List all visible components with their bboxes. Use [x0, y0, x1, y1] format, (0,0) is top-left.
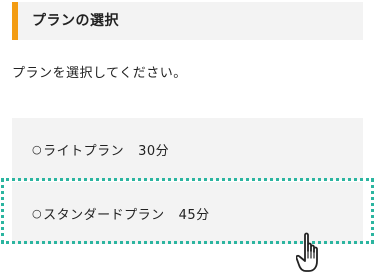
plan-duration: 30分 — [138, 143, 170, 159]
plan-name: スタンダードプラン — [43, 207, 165, 223]
plan-name: ライトプラン — [43, 143, 125, 159]
section-header: プランの選択 — [12, 2, 363, 40]
instruction-text: プランを選択してください。 — [12, 66, 187, 81]
hand-pointer-icon — [296, 232, 318, 272]
plan-list: ○ ライトプラン 30分 ○ スタンダードプラン 45分 — [12, 118, 363, 244]
radio-unchecked-icon[interactable]: ○ — [32, 207, 42, 220]
radio-unchecked-icon[interactable]: ○ — [32, 143, 42, 156]
header-accent-bar — [12, 2, 18, 40]
plan-option-light[interactable]: ○ ライトプラン 30分 — [12, 118, 363, 180]
section-title: プランの選択 — [32, 13, 119, 29]
plan-duration: 45分 — [178, 207, 210, 223]
